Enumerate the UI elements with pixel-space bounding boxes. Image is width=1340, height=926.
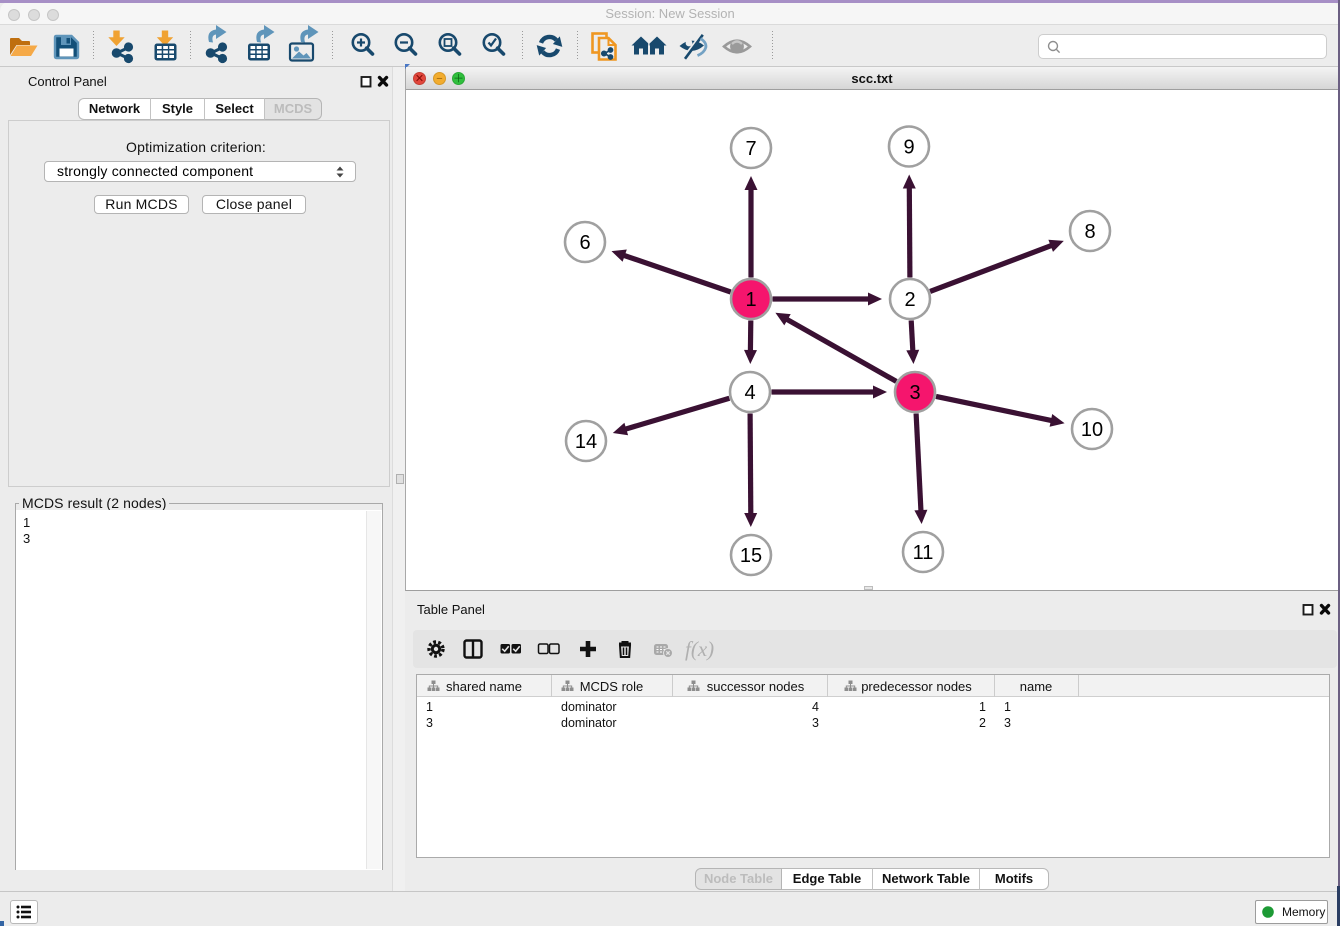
svg-text:7: 7 [745,138,756,160]
svg-text:8: 8 [1084,221,1095,243]
svg-text:6: 6 [579,232,590,254]
svg-text:f(x): f(x) [685,637,714,661]
svg-text:15: 15 [740,545,762,567]
svg-text:4: 4 [744,382,755,404]
svg-text:10: 10 [1081,419,1103,441]
svg-text:3: 3 [909,382,920,404]
svg-text:11: 11 [913,542,934,564]
svg-text:14: 14 [575,431,597,453]
svg-text:1: 1 [745,289,756,311]
svg-text:9: 9 [903,137,914,159]
svg-text:2: 2 [904,289,915,311]
